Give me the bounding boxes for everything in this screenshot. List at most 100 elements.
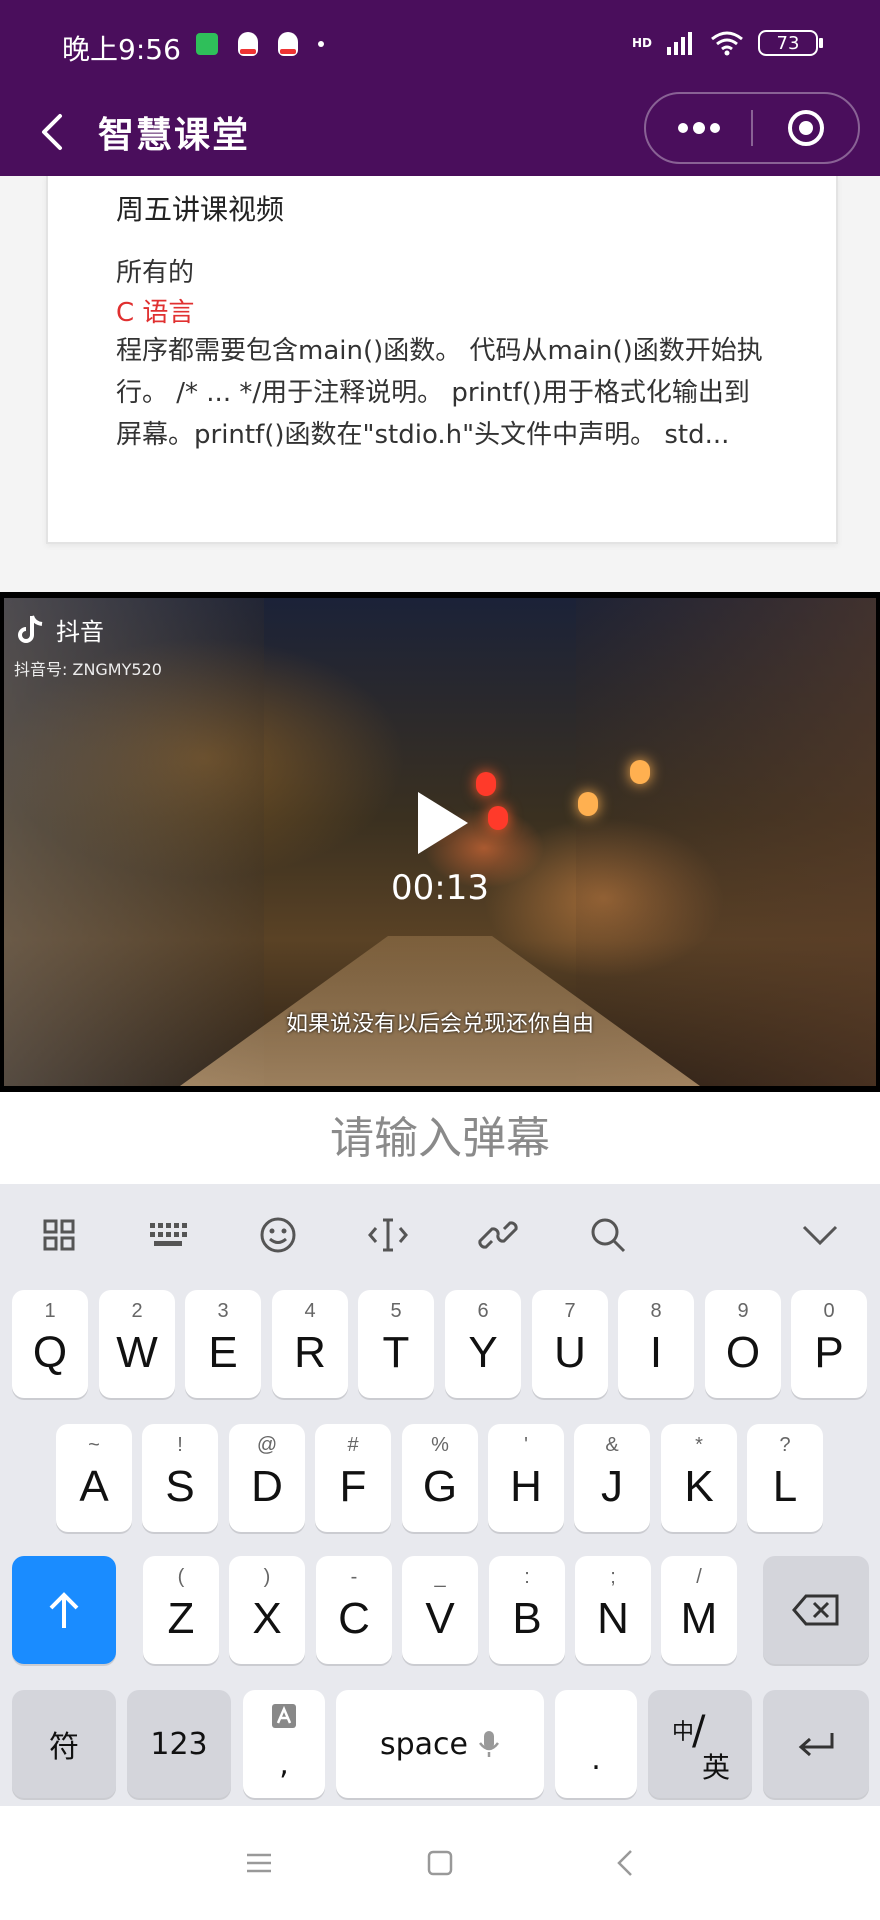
cursor-button[interactable]: [359, 1210, 417, 1260]
comma-key[interactable]: ,: [243, 1690, 325, 1798]
apps-grid-icon: [43, 1219, 75, 1251]
backspace-key[interactable]: [763, 1556, 869, 1664]
key-secondary-label: 6: [477, 1300, 489, 1322]
tiktok-watermark: 抖音: [14, 612, 104, 647]
key-d[interactable]: @ D: [229, 1424, 305, 1532]
back-button[interactable]: [28, 108, 76, 156]
back-chevron-icon: [617, 1850, 632, 1876]
key-label: M: [680, 1594, 718, 1643]
key-secondary-label: *: [695, 1434, 703, 1456]
emoji-button[interactable]: [249, 1210, 307, 1260]
lesson-title: 周五讲课视频: [116, 193, 285, 226]
key-secondary-label: ;: [610, 1566, 616, 1588]
clipboard-button[interactable]: [469, 1210, 527, 1260]
key-k[interactable]: * K: [661, 1424, 737, 1532]
key-label: G: [422, 1462, 458, 1511]
key-r[interactable]: 4R: [272, 1290, 348, 1398]
key-o[interactable]: 9O: [705, 1290, 781, 1398]
key-label: R: [294, 1328, 326, 1377]
key-l[interactable]: ? L: [747, 1424, 823, 1532]
cursor-icon: [368, 1218, 408, 1252]
qq-icon: [238, 32, 258, 56]
space-key[interactable]: space: [336, 1690, 544, 1798]
close-miniprogram-button[interactable]: [753, 94, 858, 162]
key-j[interactable]: & J: [574, 1424, 650, 1532]
lesson-keyword: C 语言: [116, 298, 195, 328]
key-y[interactable]: 6Y: [445, 1290, 521, 1398]
clipboard-icon: [478, 1221, 518, 1249]
period-key[interactable]: .: [555, 1690, 637, 1798]
tiktok-id: 抖音号: ZNGMY520: [14, 660, 162, 679]
shift-key[interactable]: [12, 1556, 116, 1664]
lantern-light: [630, 760, 650, 784]
key-label: W: [116, 1328, 158, 1377]
home-square-icon: [427, 1850, 453, 1876]
key-a[interactable]: ~ A: [56, 1424, 132, 1532]
video-player[interactable]: 抖音 抖音号: ZNGMY520 00:13 如果说没有以后会兑现还你自由: [0, 592, 880, 1092]
signal-icon: [667, 32, 692, 55]
lantern-light: [578, 792, 598, 816]
keyboard-toolbar: [0, 1184, 880, 1284]
key-p[interactable]: 0P: [791, 1290, 867, 1398]
key-f[interactable]: # F: [315, 1424, 391, 1532]
key-t[interactable]: 5T: [358, 1290, 434, 1398]
key-h[interactable]: ' H: [488, 1424, 564, 1532]
app-header: 智慧课堂: [0, 92, 880, 176]
more-button[interactable]: [646, 94, 751, 162]
key-label: F: [339, 1462, 367, 1511]
key-e[interactable]: 3E: [185, 1290, 261, 1398]
key-label: L: [772, 1462, 798, 1511]
lang-bottom-label: 英: [702, 1751, 731, 1784]
key-u[interactable]: 7U: [532, 1290, 608, 1398]
collapse-keyboard-button[interactable]: [791, 1210, 849, 1260]
key-label: K: [684, 1462, 714, 1511]
backspace-icon: [792, 1594, 839, 1626]
key-m[interactable]: / M: [661, 1556, 737, 1664]
key-b[interactable]: :B: [489, 1556, 565, 1664]
key-label: V: [425, 1594, 455, 1643]
key-v[interactable]: _ V: [402, 1556, 478, 1664]
key-secondary-label: -: [350, 1566, 358, 1588]
emoji-icon: [260, 1217, 296, 1253]
key-label: B: [512, 1594, 542, 1643]
comma-label: ,: [279, 1746, 289, 1782]
key-x[interactable]: ) X: [229, 1556, 305, 1664]
lesson-card[interactable]: 周五讲课视频 所有的 C 语言 程序都需要包含main()函数。 代码从main…: [46, 176, 838, 544]
home-button[interactable]: [415, 1838, 465, 1888]
lang-top-label: 中: [672, 1720, 695, 1745]
key-g[interactable]: % G: [402, 1424, 478, 1532]
language-switch-key[interactable]: 中 / 英: [648, 1690, 752, 1798]
symbols-key[interactable]: 符: [12, 1690, 116, 1798]
key-secondary-label: %: [431, 1434, 449, 1456]
key-i[interactable]: 8I: [618, 1290, 694, 1398]
key-q[interactable]: 1Q: [12, 1290, 88, 1398]
key-secondary-label: 0: [823, 1300, 835, 1322]
status-bar: 晚上9:56 HD 73: [0, 0, 880, 92]
key-s[interactable]: ! S: [142, 1424, 218, 1532]
system-back-button[interactable]: [600, 1838, 650, 1888]
key-w[interactable]: 2W: [99, 1290, 175, 1398]
video-subtitle: 如果说没有以后会兑现还你自由: [285, 1012, 594, 1037]
enter-key[interactable]: [763, 1690, 869, 1798]
key-c[interactable]: -C: [316, 1556, 392, 1664]
keyboard-layout-button[interactable]: [139, 1210, 197, 1260]
key-z[interactable]: (Z: [143, 1556, 219, 1664]
keyboard-icon: [150, 1223, 187, 1246]
key-n[interactable]: ; N: [575, 1556, 651, 1664]
key-secondary-label: 4: [304, 1300, 316, 1322]
key-secondary-label: 9: [737, 1300, 749, 1322]
battery-icon: 73: [758, 30, 823, 56]
numbers-key[interactable]: 123: [127, 1690, 231, 1798]
app-notification-icon: [196, 33, 218, 55]
apps-grid-button[interactable]: [30, 1210, 88, 1260]
search-button[interactable]: [579, 1210, 637, 1260]
lantern-light: [476, 772, 496, 796]
play-icon[interactable]: [412, 788, 472, 858]
notification-icons: [196, 32, 324, 56]
recent-apps-button[interactable]: [234, 1838, 284, 1888]
key-secondary-label: 2: [131, 1300, 143, 1322]
danmu-input[interactable]: [88, 1102, 792, 1174]
key-secondary-label: &: [605, 1434, 619, 1456]
miniprogram-capsule: [644, 92, 860, 164]
menu-lines-icon: [247, 1853, 271, 1873]
